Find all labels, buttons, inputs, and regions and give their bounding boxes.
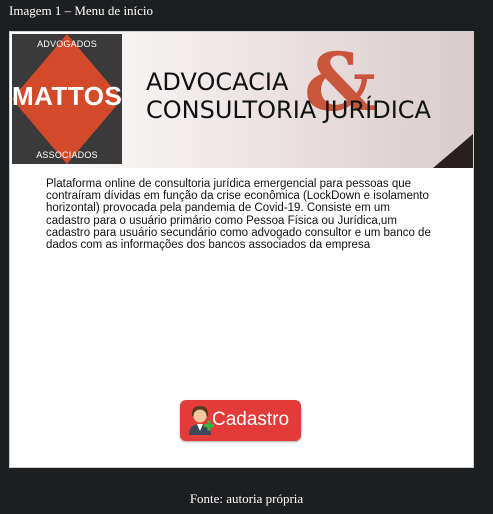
logo: ADVOGADOS MATTOS ASSOCIADOS xyxy=(12,34,122,164)
logo-main-text: MATTOS xyxy=(12,81,122,111)
logo-top-text: ADVOGADOS xyxy=(37,39,97,49)
banner-corner-decoration xyxy=(433,134,473,168)
figure-source: Fonte: autoria própria xyxy=(189,491,304,506)
register-button[interactable]: Cadastro xyxy=(180,400,301,441)
app-window: ADVOGADOS MATTOS ASSOCIADOS & ADVOCACIA … xyxy=(9,31,474,468)
header-banner: ADVOGADOS MATTOS ASSOCIADOS & ADVOCACIA … xyxy=(10,32,473,168)
figure-caption: Imagem 1 – Menu de início xyxy=(9,3,154,18)
register-button-label: Cadastro xyxy=(212,409,290,430)
banner-title-line1: ADVOCACIA xyxy=(146,68,289,96)
user-add-icon xyxy=(186,404,214,436)
banner-title-line2: CONSULTORIA JURÍDICA xyxy=(146,96,431,124)
logo-bottom-text: ASSOCIADOS xyxy=(36,150,98,160)
platform-description: Plataforma online de consultoria jurídic… xyxy=(46,178,431,252)
